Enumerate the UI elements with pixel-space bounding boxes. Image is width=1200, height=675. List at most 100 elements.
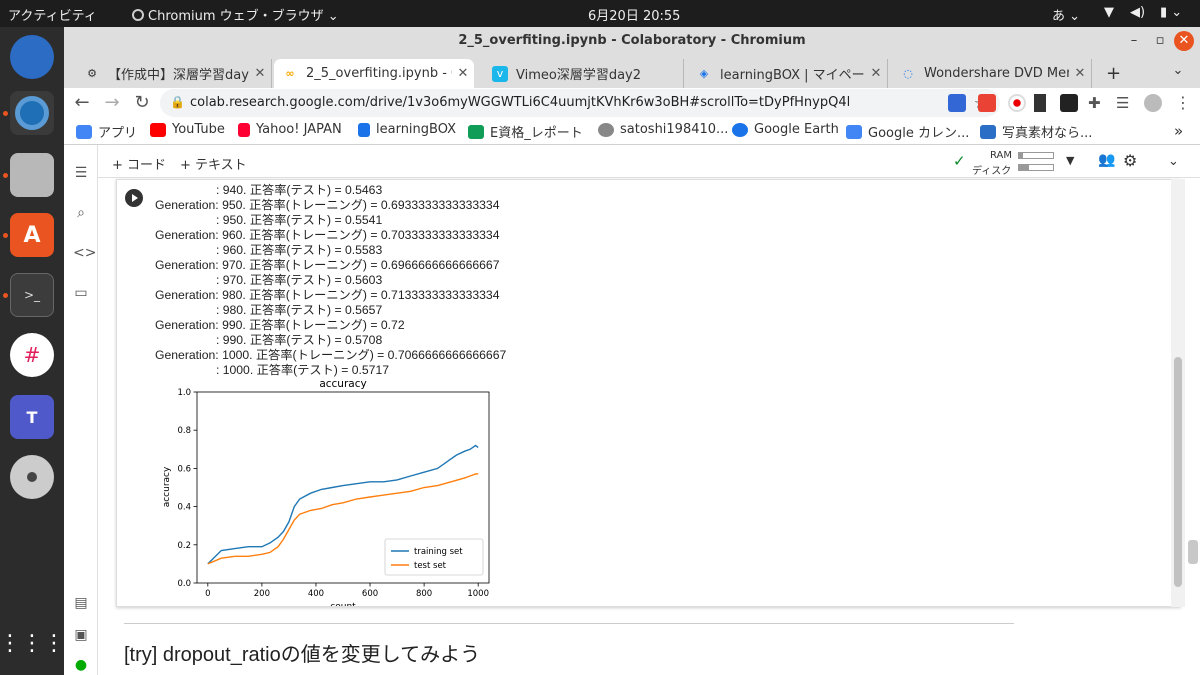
chromium-dock-icon[interactable] [10, 91, 54, 135]
tab-learningbox[interactable]: ◈ learningBOX | マイページ ✕ [688, 59, 888, 88]
network-icon[interactable]: ▼ [1104, 5, 1114, 20]
y-tick-label: 0.2 [177, 541, 191, 551]
ram-label: RAM [990, 150, 1013, 161]
running-indicator [3, 233, 8, 238]
close-tab-icon[interactable]: ✕ [1069, 66, 1091, 81]
y-tick-label: 0.6 [177, 464, 191, 474]
bookmark-google-earth[interactable]: Google Earth [732, 122, 839, 137]
activities-button[interactable]: アクティビティ [8, 5, 97, 24]
y-tick-label: 0.8 [177, 426, 191, 436]
teams-icon[interactable]: T [10, 395, 54, 439]
window-title-bar: 2_5_overfiting.ipynb - Colaboratory - Ch… [64, 27, 1200, 55]
run-cell-icon[interactable] [125, 189, 143, 207]
settings-gear-icon[interactable]: ⚙ [1123, 151, 1137, 170]
tab-vimeo[interactable]: v Vimeo深層学習day2 [484, 59, 684, 88]
sheets-icon [468, 124, 484, 139]
address-bar-row: ← → ↻ 🔒 colab.research.google.com/drive/… [64, 88, 1200, 117]
terminal-icon[interactable]: >_ [10, 273, 54, 317]
show-apps-icon[interactable]: ⋮⋮⋮ [0, 621, 65, 665]
thunderbird-icon[interactable] [10, 35, 54, 79]
x-tick-label: 600 [362, 589, 378, 599]
app-menu[interactable]: Chromium ウェブ・ブラウザ ⌄ [132, 5, 339, 24]
files-icon[interactable] [10, 153, 54, 197]
terminal-icon[interactable]: ▣ [73, 627, 89, 643]
add-text-button[interactable]: + テキスト [180, 154, 247, 173]
gmail-extension-icon[interactable] [978, 94, 996, 112]
record-extension-icon[interactable] [1008, 94, 1026, 112]
input-method-indicator[interactable]: あ ⌄ [1052, 5, 1080, 24]
chart-legend: training set test set [384, 538, 484, 576]
output-scrollbar[interactable] [1171, 179, 1185, 607]
clock[interactable]: 6月20日 20:55 [588, 5, 680, 24]
url-bar[interactable]: 🔒 colab.research.google.com/drive/1v3o6m… [160, 89, 1000, 117]
colab-sidebar: ☰ ⌕ <> ▭ ▤ ▣ ● [64, 145, 98, 675]
more-bookmarks-icon[interactable]: » [1174, 122, 1183, 140]
share-people-icon[interactable]: 👥 [1098, 152, 1115, 168]
volume-icon[interactable]: ◀) [1130, 5, 1145, 20]
files-folder-icon[interactable]: ▭ [73, 285, 89, 301]
restore-icon[interactable]: ▫ [1150, 31, 1170, 51]
bookmark-satoshi[interactable]: satoshi198410... [598, 122, 728, 137]
y-tick-label: 1.0 [177, 388, 191, 398]
profile-avatar-icon[interactable] [1144, 94, 1162, 112]
bookmark-e-report[interactable]: E資格_レポート [468, 122, 583, 141]
battery-icon[interactable]: ▮ ⌄ [1160, 5, 1182, 20]
dvd-icon[interactable] [10, 455, 54, 499]
page-scrollbar-thumb[interactable] [1188, 540, 1198, 564]
connected-check-icon: ✓ [953, 152, 966, 170]
extension-icon[interactable] [1034, 94, 1046, 112]
tab-wondershare[interactable]: ◌ Wondershare DVD Mem ✕ [892, 59, 1092, 88]
y-tick-label: 0.4 [177, 503, 191, 513]
running-indicator [3, 173, 8, 178]
command-palette-icon[interactable]: ▤ [73, 595, 89, 611]
running-indicator [3, 293, 8, 298]
software-store-icon[interactable]: A [10, 213, 54, 257]
add-code-button[interactable]: + コード [112, 154, 166, 173]
close-tab-icon[interactable]: ✕ [452, 66, 474, 81]
learningbox-favicon-icon: ◈ [699, 67, 709, 80]
code-cell-output[interactable]: : 940. 正答率(テスト) = 0.5463 Generation: 950… [116, 179, 1181, 607]
code-snippets-icon[interactable]: <> [73, 245, 96, 261]
output-scrollbar-thumb[interactable] [1174, 357, 1182, 587]
tab-draft[interactable]: ⚙ 【作成中】深層学習day1 ✕ [76, 59, 272, 88]
ram-meter [1018, 152, 1054, 159]
legend-label: training set [414, 547, 463, 557]
extensions-puzzle-icon[interactable]: ✚ [1088, 94, 1106, 112]
accuracy-chart: accuracy accuracy count 0 200 400 600 800 100… [162, 378, 490, 606]
close-tab-icon[interactable]: ✕ [865, 66, 887, 81]
reading-list-icon[interactable]: ☰ [1116, 94, 1134, 112]
bookmark-apps[interactable]: アプリ [76, 122, 137, 141]
close-tab-icon[interactable]: ✕ [249, 66, 271, 81]
minimize-icon[interactable]: – [1124, 31, 1144, 51]
bookmark-learningbox[interactable]: learningBOX [358, 122, 456, 137]
bookmark-google-calendar[interactable]: Google カレン... [846, 122, 969, 141]
forward-icon[interactable]: → [100, 91, 124, 115]
slack-icon[interactable]: # [10, 333, 54, 377]
page-icon [598, 122, 614, 137]
collapse-header-icon[interactable]: ⌄ [1168, 154, 1179, 169]
browser-menu-icon[interactable]: ⋮ [1174, 94, 1192, 112]
text-cell-heading[interactable]: [try] dropout_ratioの値を変更してみよう [124, 638, 480, 667]
photo-site-icon [980, 124, 996, 139]
youtube-icon [150, 122, 166, 137]
new-tab-button[interactable]: + [1098, 59, 1128, 88]
url-text: colab.research.google.com/drive/1v3o6myW… [190, 95, 851, 110]
back-icon[interactable]: ← [70, 91, 94, 115]
tab-colab[interactable]: ∞ 2_5_overfiting.ipynb - Co ✕ [274, 59, 474, 88]
x-tick-label: 1000 [467, 589, 489, 599]
tab-search-icon[interactable]: ⌄ [1168, 61, 1188, 81]
extension-icon[interactable] [948, 94, 966, 112]
bookmark-yahoo[interactable]: Yahoo! JAPAN [238, 122, 342, 137]
extension-icon[interactable] [1060, 94, 1078, 112]
resources-dropdown-icon[interactable]: ▼ [1066, 154, 1074, 167]
colab-workspace: ☰ ⌕ <> ▭ ▤ ▣ ● + コード + テキスト ✓ RAM ディスク ▼… [64, 145, 1200, 675]
legend-label: test set [414, 561, 447, 571]
bookmark-youtube[interactable]: YouTube [150, 122, 225, 137]
toc-icon[interactable]: ☰ [73, 165, 89, 181]
search-icon[interactable]: ⌕ [73, 205, 89, 221]
colab-toolbar: + コード + テキスト ✓ RAM ディスク ▼ 👥 ⚙ ⌄ [98, 145, 1200, 178]
reload-icon[interactable]: ↻ [130, 91, 154, 115]
close-window-icon[interactable]: ✕ [1174, 31, 1194, 51]
bookmark-photo[interactable]: 写真素材なら... [980, 122, 1092, 141]
lock-icon: 🔒 [170, 95, 185, 109]
